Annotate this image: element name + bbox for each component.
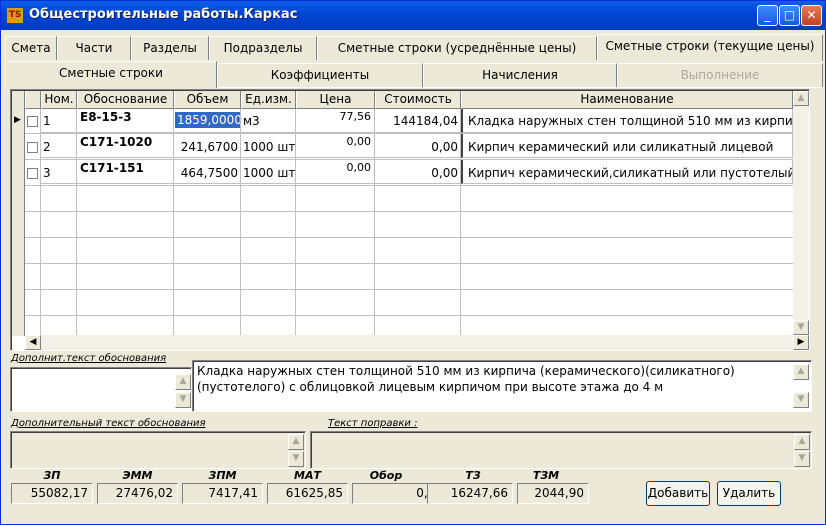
header-unit[interactable]: Ед.изм. bbox=[241, 91, 296, 109]
correction-text-label: Текст поправки : bbox=[328, 418, 418, 429]
scroll-down-arrow-icon[interactable]: ▼ bbox=[175, 392, 191, 408]
row-cost: 0,00 bbox=[375, 160, 461, 184]
row-checkbox[interactable] bbox=[27, 116, 38, 127]
row-cost: 144184,04 bbox=[375, 109, 461, 133]
total-label-mat: МАТ bbox=[294, 469, 321, 482]
row-unit[interactable]: м3 bbox=[241, 109, 296, 133]
tab-coefficients[interactable]: Коэффициенты bbox=[217, 63, 423, 87]
scroll-up-arrow-icon: ▲ bbox=[288, 434, 304, 450]
tab-sections[interactable]: Разделы bbox=[131, 36, 209, 60]
row-number: 2 bbox=[40, 134, 77, 158]
scroll-up-arrow-icon[interactable]: ▲ bbox=[793, 91, 809, 106]
maximize-button[interactable]: □ bbox=[779, 5, 800, 26]
row-checkbox[interactable] bbox=[27, 142, 38, 153]
tab-estimate-rows[interactable]: Сметные строки bbox=[5, 61, 217, 88]
scroll-down-arrow-icon: ▼ bbox=[288, 451, 304, 467]
minimize-button[interactable]: _ bbox=[757, 5, 778, 26]
header-price[interactable]: Цена bbox=[296, 91, 375, 109]
scroll-down-arrow-icon[interactable]: ▼ bbox=[793, 392, 809, 408]
total-label-equipment: Обор bbox=[369, 469, 403, 482]
grid-horizontal-scrollbar[interactable]: ◀ ▶ bbox=[25, 335, 809, 350]
app-icon: TS bbox=[7, 8, 23, 23]
basis-description-text: Кладка наружных стен толщиной 510 мм из … bbox=[197, 364, 735, 394]
total-value-mat: 61625,85 bbox=[267, 483, 348, 504]
row-name[interactable]: Кирпич керамический или силикатный лицев… bbox=[461, 134, 793, 158]
row-price[interactable]: 77,56 bbox=[296, 109, 375, 133]
row-basis[interactable]: С171-1020 bbox=[77, 134, 174, 158]
tab-parts[interactable]: Части bbox=[57, 36, 131, 60]
row-unit[interactable]: 1000 шт bbox=[241, 134, 296, 158]
add-button[interactable]: Добавить bbox=[646, 481, 710, 506]
scroll-down-arrow-icon: ▼ bbox=[794, 451, 810, 467]
row-name[interactable]: Кирпич керамический,силикатный или пусто… bbox=[461, 160, 793, 184]
row-volume-editor[interactable]: 1859,0000 bbox=[175, 112, 240, 128]
scroll-right-arrow-icon[interactable]: ▶ bbox=[793, 335, 809, 350]
tab-estimate[interactable]: Смета bbox=[5, 36, 57, 60]
grid-line bbox=[25, 237, 793, 238]
row-checkbox[interactable] bbox=[27, 168, 38, 179]
row-price[interactable]: 0,00 bbox=[296, 160, 375, 184]
grid-line bbox=[25, 315, 793, 316]
row-price[interactable]: 0,00 bbox=[296, 134, 375, 158]
grid-line bbox=[25, 211, 793, 212]
estimate-rows-grid[interactable]: Ном. Обоснование Объем Ед.изм. Цена Стои… bbox=[10, 89, 810, 351]
scroll-up-arrow-icon: ▲ bbox=[794, 434, 810, 450]
row-number: 3 bbox=[40, 160, 77, 184]
scroll-left-arrow-icon[interactable]: ◀ bbox=[25, 335, 41, 350]
header-check bbox=[25, 91, 41, 109]
scroll-up-arrow-icon[interactable]: ▲ bbox=[175, 374, 191, 390]
header-name[interactable]: Наименование bbox=[461, 91, 793, 109]
total-value-tz: 16247,66 bbox=[427, 483, 513, 504]
total-value-zp: 55082,17 bbox=[11, 483, 93, 504]
application-window: TS Общестроительные работы.Каркас _ □ ✕ … bbox=[0, 0, 826, 525]
close-button[interactable]: ✕ bbox=[801, 5, 822, 26]
delete-button[interactable]: Удалить bbox=[717, 481, 781, 506]
basis-description-memo[interactable]: Кладка наружных стен толщиной 510 мм из … bbox=[192, 360, 812, 412]
tab-completion: Выполнение bbox=[617, 63, 823, 87]
title-bar[interactable]: TS Общестроительные работы.Каркас _ □ ✕ bbox=[1, 1, 825, 30]
total-value-emm: 27476,02 bbox=[97, 483, 178, 504]
row-volume[interactable]: 241,6700 bbox=[174, 134, 241, 158]
grid-vertical-scrollbar[interactable]: ▲ ▼ bbox=[793, 91, 809, 335]
additional-basis-label: Дополнит.текст обоснования bbox=[11, 353, 167, 364]
row-basis[interactable]: С171-151 bbox=[77, 160, 174, 184]
tab-rows-current-prices[interactable]: Сметные строки (текущие цены) bbox=[597, 34, 823, 61]
header-volume[interactable]: Объем bbox=[174, 91, 241, 109]
total-label-zp: ЗП bbox=[43, 469, 61, 482]
window-title: Общестроительные работы.Каркас bbox=[29, 7, 298, 22]
total-label-zpm: ЗПМ bbox=[208, 469, 237, 482]
grid-line bbox=[25, 289, 793, 290]
table-row[interactable]: 2 С171-1020 241,6700 1000 шт 0,00 0,00 К… bbox=[11, 134, 793, 159]
table-row[interactable]: 3 С171-151 464,7500 1000 шт 0,00 0,00 Ки… bbox=[11, 160, 793, 185]
header-basis[interactable]: Обоснование bbox=[77, 91, 174, 109]
additional-basis-text-field: ▲ ▼ bbox=[10, 431, 306, 469]
total-value-zpm: 7417,41 bbox=[182, 483, 263, 504]
current-row-marker-icon: ▶ bbox=[14, 115, 21, 125]
row-name[interactable]: Кладка наружных стен толщиной 510 мм из … bbox=[461, 109, 793, 133]
row-volume[interactable]: 464,7500 bbox=[174, 160, 241, 184]
grid-line bbox=[25, 185, 793, 186]
scroll-down-arrow-icon[interactable]: ▼ bbox=[793, 320, 809, 335]
total-label-tz: ТЗ bbox=[465, 469, 481, 482]
correction-text-field: ▲ ▼ bbox=[310, 431, 812, 469]
tab-rows-average-prices[interactable]: Сметные строки (усреднённые цены) bbox=[317, 36, 597, 60]
tab-accruals[interactable]: Начисления bbox=[423, 63, 617, 87]
additional-basis-input[interactable]: ▲ ▼ bbox=[10, 367, 192, 412]
row-cost: 0,00 bbox=[375, 134, 461, 158]
row-basis[interactable]: Е8-15-3 bbox=[77, 109, 174, 133]
scroll-up-arrow-icon[interactable]: ▲ bbox=[793, 364, 809, 380]
row-number: 1 bbox=[40, 109, 77, 133]
total-label-tzm: ТЗМ bbox=[532, 469, 560, 482]
additional-basis-text-label: Дополнительный текст обоснования bbox=[11, 418, 206, 429]
total-value-tzm: 2044,90 bbox=[517, 483, 589, 504]
row-unit[interactable]: 1000 шт bbox=[241, 160, 296, 184]
total-label-emm: ЭММ bbox=[122, 469, 153, 482]
header-number[interactable]: Ном. bbox=[41, 91, 77, 109]
row-volume[interactable]: 1859,0000 bbox=[174, 109, 241, 133]
header-cost[interactable]: Стоимость bbox=[375, 91, 461, 109]
table-row[interactable]: ▶ 1 Е8-15-3 1859,0000 м3 77,56 144184,04… bbox=[11, 109, 793, 133]
grid-line bbox=[25, 263, 793, 264]
tab-subsections[interactable]: Подразделы bbox=[209, 36, 317, 60]
